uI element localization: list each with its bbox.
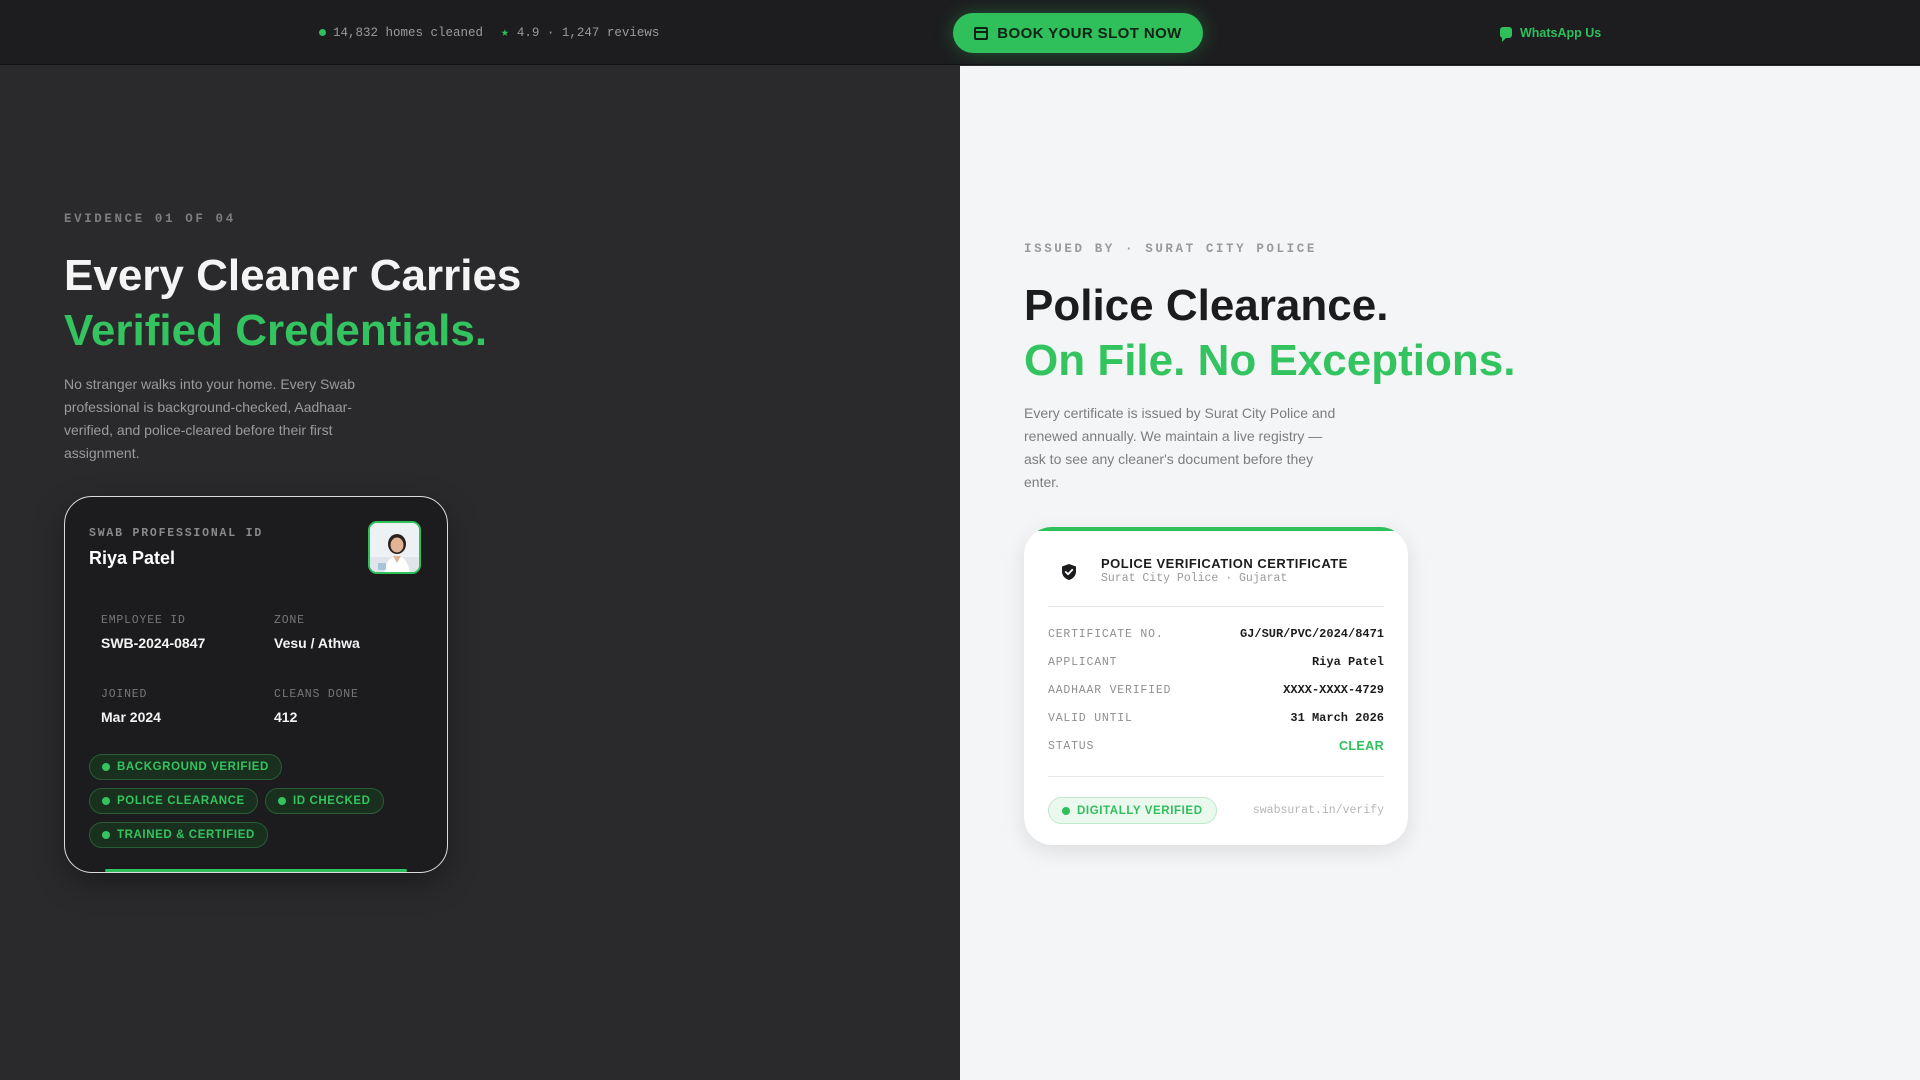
zone-value: Vesu / Athwa [274,635,360,651]
certificate-row: APPLICANT Riya Patel [1048,654,1384,670]
joined-key: JOINED [101,688,148,701]
avatar-illustration [370,523,419,572]
book-slot-label: BOOK YOUR SLOT NOW [997,24,1182,42]
star-icon: ★ [501,25,509,40]
certificate-row: VALID UNTIL 31 March 2026 [1048,710,1384,726]
whatsapp-link[interactable]: WhatsApp Us [1500,0,1601,65]
id-card-name: Riya Patel [89,548,176,568]
id-card-label: SWAB PROFESSIONAL ID [89,527,264,540]
chat-bubble-icon [1500,27,1512,42]
employee-id-value: SWB-2024-0847 [101,635,206,651]
police-clearance-panel: ISSUED BY · SURAT CITY POLICE Police Cle… [960,66,1920,1080]
status-value: CLEAR [1338,739,1384,753]
heading-line-green: Verified Credentials. [64,306,488,355]
heading-line-green: On File. No Exceptions. [1024,336,1516,385]
badge-label: BACKGROUND VERIFIED [117,761,269,773]
badge-label: TRAINED & CERTIFIED [117,829,255,841]
badge-id-checked: ID CHECKED [265,788,384,814]
credentials-panel: EVIDENCE 01 OF 04 Every Cleaner Carries … [0,66,960,1080]
shield-check-icon [1062,564,1076,580]
avatar-photo [368,521,421,574]
check-dot-icon [1062,806,1070,815]
badge-label: POLICE CLEARANCE [117,795,245,807]
badge-trained-certified: TRAINED & CERTIFIED [89,822,268,848]
clearance-paragraph: Every certificate is issued by Surat Cit… [1024,405,1336,490]
heading-line-white: Every Cleaner Carries [64,251,522,300]
row-key: APPLICANT [1048,655,1118,669]
row-key: VALID UNTIL [1048,711,1133,725]
calendar-icon [974,26,989,40]
certificate-title: POLICE VERIFICATION CERTIFICATE [1101,556,1348,571]
certificate-row-status: STATUS CLEAR [1048,738,1384,754]
digitally-verified-label: DIGITALLY VERIFIED [1077,804,1203,817]
check-dot-icon [102,797,110,805]
cleans-done-field: CLEANS DONE 412 [274,688,359,725]
badge-police-clearance: POLICE CLEARANCE [89,788,258,814]
employee-id-key: EMPLOYEE ID [101,614,186,627]
joined-field: JOINED Mar 2024 [101,688,161,725]
row-value: GJ/SUR/PVC/2024/8471 [1239,627,1384,641]
check-dot-icon [102,763,110,771]
cleans-done-value: 412 [274,709,298,725]
book-slot-button[interactable]: BOOK YOUR SLOT NOW [953,13,1203,53]
issued-by-eyebrow: ISSUED BY · SURAT CITY POLICE [1024,242,1317,256]
check-dot-icon [102,831,110,839]
homes-cleaned-text: 14,832 homes cleaned [333,25,484,40]
row-key: AADHAAR VERIFIED [1048,683,1172,697]
homes-cleaned-stat: 14,832 homes cleaned [319,0,483,65]
credentials-heading-block: Every Cleaner Carries Verified Credentia… [64,248,521,358]
row-key: STATUS [1048,739,1095,753]
divider [1048,776,1384,777]
status-dot-icon [319,29,326,36]
police-certificate-card: POLICE VERIFICATION CERTIFICATE Surat Ci… [1024,527,1408,845]
rating-text: 4.9 · 1,247 reviews [516,25,660,40]
digitally-verified-badge: DIGITALLY VERIFIED [1048,797,1217,824]
row-key: CERTIFICATE NO. [1048,627,1164,641]
cleans-done-key: CLEANS DONE [274,688,359,701]
credentials-paragraph: No stranger walks into your home. Every … [64,376,356,461]
certificate-subtitle: Surat City Police · Gujarat [1101,572,1288,585]
employee-id-field: EMPLOYEE ID SWB-2024-0847 [101,614,205,651]
zone-key: ZONE [274,614,305,627]
check-dot-icon [278,797,286,805]
whatsapp-label: WhatsApp Us [1520,25,1602,40]
row-value: Riya Patel [1311,655,1384,669]
evidence-eyebrow: EVIDENCE 01 OF 04 [64,212,236,226]
card-accent-line [1024,527,1408,531]
professional-id-card: SWAB PROFESSIONAL ID Riya Patel EMPLOYEE… [64,496,448,873]
verify-url-link[interactable]: swabsurat.in/verify [1253,804,1384,817]
certificate-row: AADHAAR VERIFIED XXXX-XXXX-4729 [1048,682,1384,698]
zone-field: ZONE Vesu / Athwa [274,614,360,651]
card-accent-line [105,869,407,872]
row-value: 31 March 2026 [1290,711,1384,725]
row-value: XXXX-XXXX-4729 [1283,683,1384,697]
clearance-heading-block: Police Clearance. On File. No Exceptions… [1024,278,1515,388]
badge-label: ID CHECKED [293,795,371,807]
joined-value: Mar 2024 [101,709,161,725]
certificate-row: CERTIFICATE NO. GJ/SUR/PVC/2024/8471 [1048,626,1384,642]
divider [1048,606,1384,607]
badge-background-verified: BACKGROUND VERIFIED [89,754,282,780]
rating-stat: ★ 4.9 · 1,247 reviews [501,0,659,65]
heading-line-dark: Police Clearance. [1024,281,1389,330]
top-bar: 14,832 homes cleaned ★ 4.9 · 1,247 revie… [0,0,1920,65]
